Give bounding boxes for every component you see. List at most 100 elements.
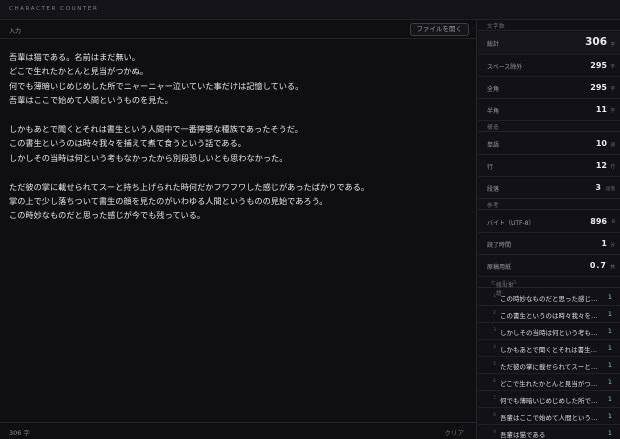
sentence-index: 4 <box>493 345 496 350</box>
stat-read-time: 読了時間 1 分 <box>478 233 620 255</box>
sentence-index: 7 <box>493 396 496 401</box>
sentence-count: 1 <box>607 327 612 335</box>
text-line: 吾輩はここで始めて人間というものを見た。 <box>9 95 173 106</box>
app-title: CHARACTER COUNTER <box>9 6 99 12</box>
stat-paragraphs: 段落 3 段落 <box>478 177 620 199</box>
text-input-area[interactable]: 吾輩は猫である。名前はまだ無い。 どこで生れたかとんと見当がつかぬ。何でも薄暗いじ… <box>9 50 469 223</box>
stat-bytes: バイト（UTF-8） 896 B <box>478 211 620 233</box>
sentence-text: どこで生れたかとんと見当がつかぬ <box>500 380 600 388</box>
sentence-item[interactable]: 2 この書生というのは時々我々を捕えて煮て食うという話である。 1 <box>478 306 620 323</box>
stat-fullwidth: 全角 295 字 <box>478 77 620 99</box>
sentence-text: ただ彼の掌に載せられてスーと持ち上げられた時何だかフワフワした感じがあったばかり… <box>500 363 600 371</box>
sentence-text: 何でも薄暗いじめじめした所でニャーニャー泣いていた事だけは記憶している。 <box>500 397 600 405</box>
sentence-count: 1 <box>607 344 612 352</box>
text-line <box>9 165 469 179</box>
stat-lines: 行 12 行 <box>478 155 620 177</box>
sentence-count: 1 <box>607 378 612 386</box>
sentence-item[interactable]: 3 しかしその当時は何という考もなかったから別段恐しいとも思わなかった。 1 <box>478 323 620 340</box>
section-header-chars: 文字数 <box>478 20 620 31</box>
stat-value: 1 <box>601 239 607 248</box>
stat-label: 行 <box>487 164 494 171</box>
stat-value: 896 <box>590 217 607 226</box>
stat-value: 10 <box>595 139 607 148</box>
sentence-index: 6 <box>493 379 496 384</box>
editor-footer: 306 字 クリア <box>0 422 477 439</box>
stat-unit: 字 <box>610 109 616 114</box>
sentence-item[interactable]: 9 吾輩は猫である 1 <box>478 425 620 439</box>
sentence-text: 吾輩はここで始めて人間というものを見た。 <box>500 414 600 422</box>
open-file-button[interactable]: ファイルを開く <box>409 23 469 36</box>
sentence-text: しかもあとで聞くとそれは書生という人間中で一番獰悪な種族であったそうだ。 <box>500 346 600 354</box>
text-line: この書生というのは時々我々を捕えて煮て食うという話である。 <box>9 138 246 149</box>
sentence-count: 1 <box>607 412 612 420</box>
stat-value: 11 <box>595 105 607 114</box>
stat-label: 半角 <box>487 108 500 115</box>
stat-label: 単語 <box>487 142 500 149</box>
stat-label: 読了時間 <box>487 242 512 249</box>
sentence-item[interactable]: 5 ただ彼の掌に載せられてスーと持ち上げられた時何だかフワフワした感じがあったばか… <box>478 357 620 374</box>
sentence-index: 9 <box>493 430 496 435</box>
text-line: 吾輩は猫である。名前はまだ無い。 <box>9 52 140 62</box>
footer-count-unit: 字 <box>23 429 31 437</box>
stat-unit: 字 <box>610 65 616 70</box>
section-title: 構造 <box>487 125 500 131</box>
stat-unit: 分 <box>610 243 616 248</box>
text-line: この時妙なものだと思った感じが今でも残っている。 <box>9 210 206 221</box>
stat-unit: 行 <box>610 165 616 170</box>
section-title: 参考 <box>487 203 500 209</box>
sentence-index: 3 <box>493 328 496 333</box>
sentence-item[interactable]: 6 どこで生れたかとんと見当がつかぬ 1 <box>478 374 620 391</box>
sentence-count: 1 <box>607 293 612 301</box>
clear-button[interactable]: クリア <box>445 427 465 437</box>
stat-value: 295 <box>590 83 607 92</box>
title-bar: CHARACTER COUNTER <box>0 0 620 20</box>
stat-words: 単語 10 語 <box>478 133 620 155</box>
section-title: 文字数 <box>487 24 506 30</box>
editor-header: 入力 ファイルを開く <box>0 20 477 39</box>
sentence-count: 1 <box>607 310 612 318</box>
section-header-structure: 構造 <box>478 121 620 132</box>
stat-label: バイト（UTF-8） <box>487 220 535 227</box>
text-line <box>9 108 469 122</box>
stat-value: 295 <box>590 61 607 70</box>
text-line: しかしその当時は何という考もなかったから別段恐しいとも思わなかった。 <box>9 152 288 163</box>
stat-unit: 語 <box>610 143 616 148</box>
stat-unit: 枚 <box>610 265 616 270</box>
text-line: 何でも薄暗いじめじめした所でニャーニャー泣いていた事だけは記憶している。 <box>9 80 304 91</box>
text-line: 掌の上で少し落ちついて書生の顔を見たのがいわゆる人間というものの見始であろう。 <box>9 195 328 206</box>
sentence-text: この時妙なものだと思った感じが今でも残っている。 <box>500 295 600 303</box>
text-line: ただ彼の掌に載せられてスーと持ち上げられた時何だかフワフワした感じがあったばかり… <box>9 181 370 192</box>
stats-panel: 文字数 総計 306 字 スペース除外 295 字 全角 295 字 半角 11… <box>478 20 620 439</box>
sentence-item[interactable]: 1 この時妙なものだと思った感じが今でも残っている。 1 <box>478 289 620 306</box>
stat-unit: B <box>611 220 615 225</box>
sentence-text: 吾輩は猫である <box>500 431 546 439</box>
sentence-index: 8 <box>493 413 496 418</box>
sentence-text: この書生というのは時々我々を捕えて煮て食うという話である。 <box>500 312 600 320</box>
stat-total: 総計 306 字 <box>478 32 620 55</box>
sentence-item[interactable]: 7 何でも薄暗いじめじめした所でニャーニャー泣いていた事だけは記憶している。 1 <box>478 391 620 408</box>
stat-value: 3 <box>595 183 601 192</box>
section-header-frequent: 頻出単語 センテンス <box>478 277 620 297</box>
stat-label: 全角 <box>487 86 500 93</box>
sentence-count: 1 <box>607 361 612 369</box>
stat-no-space: スペース除外 295 字 <box>478 55 620 77</box>
sentence-index: 5 <box>493 362 496 367</box>
stat-value: 306 <box>585 36 607 48</box>
stat-label: 総計 <box>487 41 500 48</box>
sentence-count: 1 <box>607 429 612 437</box>
stat-label: スペース除外 <box>487 64 523 71</box>
sentence-item[interactable]: 8 吾輩はここで始めて人間というものを見た。 1 <box>478 408 620 425</box>
sentence-item[interactable]: 4 しかもあとで聞くとそれは書生という人間中で一番獰悪な種族であったそうだ。 1 <box>478 340 620 357</box>
footer-count-value: 306 <box>9 429 22 437</box>
sentence-count: 1 <box>607 395 612 403</box>
editor-pane: 入力 ファイルを開く 吾輩は猫である。名前はまだ無い。 どこで生れたかとんと見当が… <box>0 20 477 439</box>
sentence-text: しかしその当時は何という考もなかったから別段恐しいとも思わなかった。 <box>500 329 600 337</box>
stat-label: 段落 <box>487 186 500 193</box>
stat-manuscript: 原稿用紙 0.7 枚 <box>478 255 620 277</box>
stat-value: 12 <box>595 161 607 170</box>
section-header-reference: 参考 <box>478 199 620 210</box>
text-line: どこで生れたかとんと見当がつかぬ。 <box>9 66 148 77</box>
stat-unit: 字 <box>610 43 616 48</box>
sentence-index: 1 <box>493 294 496 299</box>
stat-unit: 段落 <box>606 187 615 192</box>
